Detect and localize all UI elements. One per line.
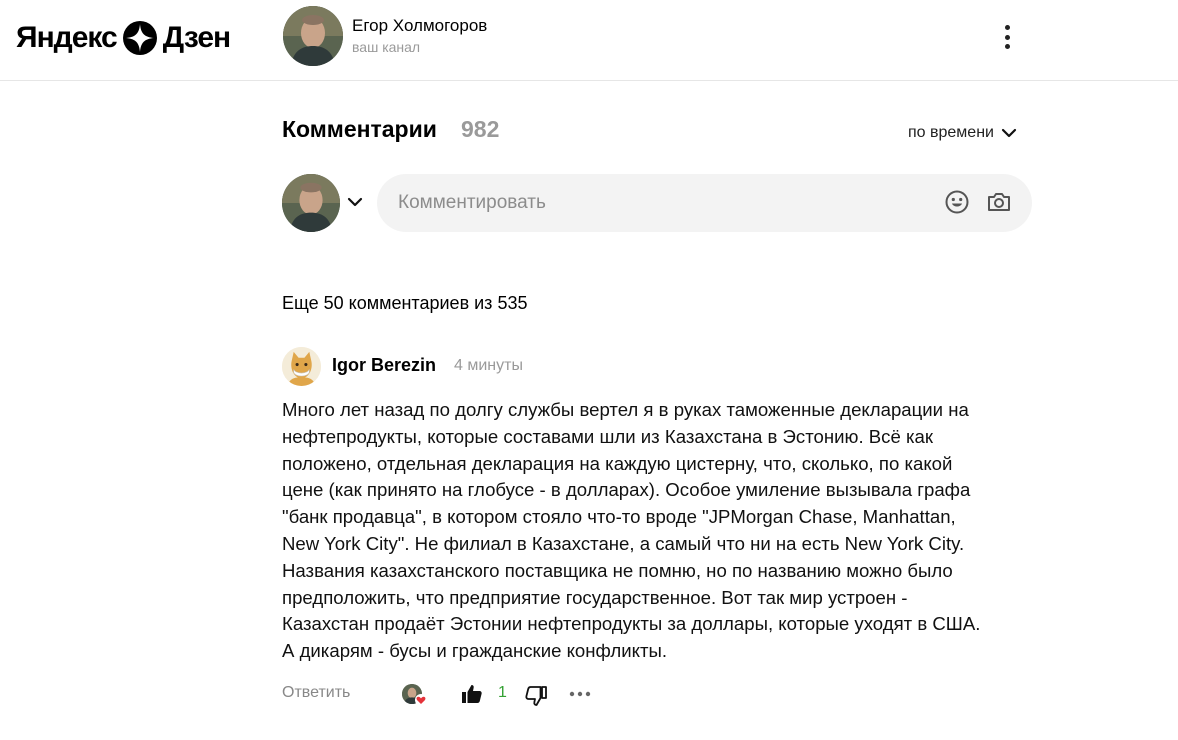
comment-actions: Ответить 1 [282, 680, 612, 710]
channel-subtitle: ваш канал [352, 39, 421, 55]
reply-button[interactable]: Ответить [282, 684, 350, 702]
comment-author-avatar[interactable] [282, 347, 321, 386]
top-header: Яндекс Дзен Егор Холмогоров ваш канал [0, 0, 1178, 81]
chevron-down-icon [1001, 128, 1017, 138]
thumb-up-icon[interactable] [460, 682, 484, 706]
comment-time: 4 минуты [454, 357, 523, 374]
comment-input[interactable] [377, 174, 1032, 232]
channel-info[interactable]: Егор Холмогоров ваш канал [283, 6, 487, 66]
comment-text: Много лет назад по долгу службы вертел я… [282, 399, 981, 662]
heart-icon [415, 694, 427, 706]
menu-dot [1004, 44, 1010, 49]
channel-name[interactable]: Егор Холмогоров [352, 15, 487, 37]
sort-label: по времени [908, 124, 994, 141]
logo-text-right: Дзен [162, 21, 231, 54]
channel-avatar[interactable] [283, 6, 343, 66]
logo-text-left: Яндекс [16, 21, 118, 54]
sort-dropdown[interactable]: по времени [908, 124, 1018, 142]
comments-count: 982 [461, 116, 500, 142]
chevron-down-icon[interactable] [346, 193, 364, 211]
author-liked-badge [402, 682, 430, 708]
comments-title: Комментарии [282, 116, 437, 142]
load-more-comments[interactable]: Еще 50 комментариев из 535 [282, 293, 527, 314]
like-count: 1 [498, 684, 507, 701]
menu-dot [1004, 34, 1010, 40]
thumb-down-icon[interactable] [524, 684, 548, 708]
smile-icon[interactable] [944, 189, 970, 215]
yandex-zen-logo[interactable]: Яндекс Дзен [16, 20, 231, 56]
comment-author[interactable]: Igor Berezin [332, 355, 436, 376]
more-dots-icon[interactable] [568, 684, 592, 704]
kebab-menu-icon[interactable] [996, 22, 1018, 52]
my-avatar[interactable] [282, 174, 340, 232]
zen-logo-icon [122, 21, 157, 55]
camera-icon[interactable] [986, 189, 1012, 215]
person-avatar-icon [282, 174, 340, 232]
cat-avatar-icon [282, 347, 321, 386]
person-avatar-icon [283, 6, 343, 66]
menu-dot [1004, 25, 1010, 30]
